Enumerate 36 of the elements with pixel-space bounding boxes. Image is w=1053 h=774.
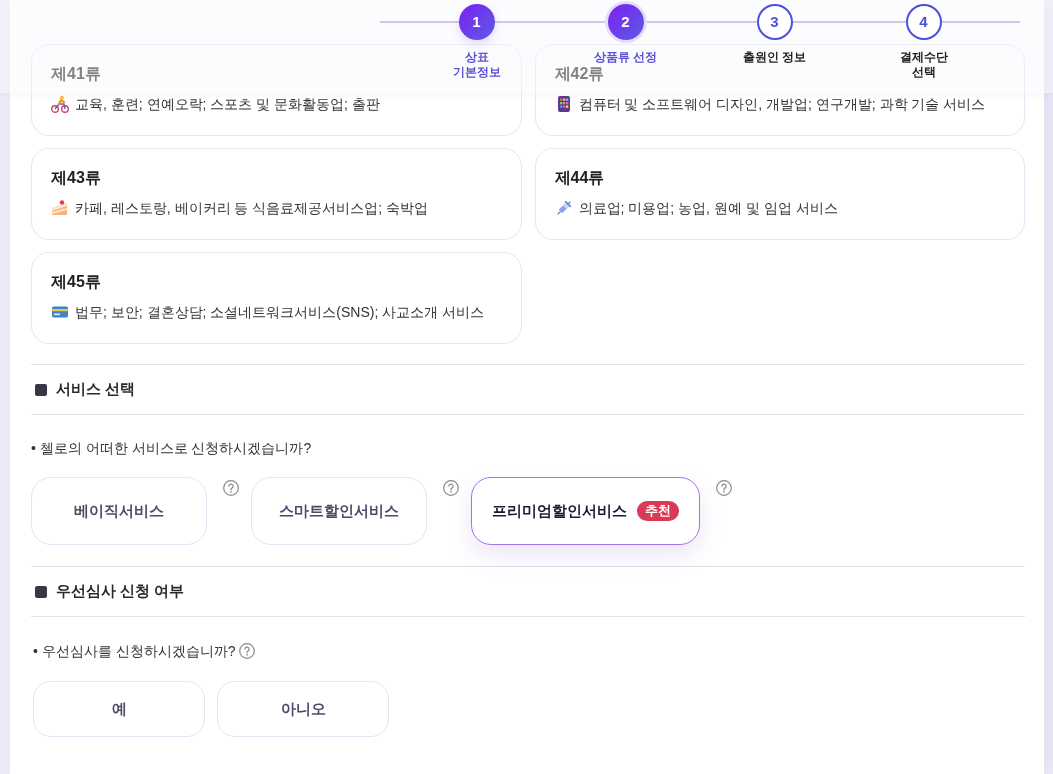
square-bullet-icon — [35, 383, 47, 396]
help-icon[interactable] — [443, 480, 459, 496]
answer-option[interactable]: 예 — [33, 681, 205, 737]
class-title: 제42류 — [554, 65, 605, 82]
class-description: 컴퓨터 및 소프트웨어 디자인, 개발업; 연구개발; 과학 기술 서비스 — [578, 95, 986, 114]
class-description: 교육, 훈련; 연예오락; 스포츠 및 문화활동업; 출판 — [75, 95, 380, 114]
class-card[interactable]: 제45류 법무; 보안; 결혼상담; 소셜네트워크서비스(SNS); 사교소개 서비스 — [31, 252, 522, 344]
class-title: 제44류 — [554, 169, 605, 186]
section-heading: 우선심사 신청 여부 — [56, 581, 185, 602]
section-heading: 서비스 선택 — [56, 379, 136, 400]
help-icon[interactable] — [223, 480, 239, 496]
class-description: 의료업; 미용업; 농업, 원예 및 임업 서비스 — [578, 199, 838, 218]
class-title: 제45류 — [51, 273, 101, 290]
step-label[interactable]: 출원인 정보 — [742, 50, 807, 65]
step-label[interactable]: 상품류 선정 — [593, 50, 658, 65]
step-label[interactable]: 결제수단 선택 — [890, 50, 957, 80]
question-text: • 첼로의 어떠한 서비스로 신청하시겠습니까? — [31, 439, 312, 458]
step-indicator[interactable]: 2 — [607, 4, 644, 40]
class-title: 제41류 — [51, 65, 101, 82]
square-bullet-icon — [35, 585, 47, 598]
help-icon[interactable] — [239, 643, 256, 659]
service-option[interactable]: 스마트할인서비스 — [251, 477, 427, 545]
class-title: 제43류 — [51, 169, 101, 186]
cake-icon — [51, 199, 69, 217]
class-card[interactable]: 제44류 의료업; 미용업; 농업, 원예 및 임업 서비스 — [534, 148, 1025, 240]
cyclist-icon — [51, 95, 69, 113]
question-text: • 우선심사를 신청하시겠습니까? — [33, 642, 236, 661]
answer-option[interactable]: 아니오 — [217, 681, 389, 737]
class-description: 법무; 보안; 결혼상담; 소셜네트워크서비스(SNS); 사교소개 서비스 — [75, 303, 485, 322]
service-option[interactable]: 프리미엄할인서비스 추천 — [471, 477, 700, 545]
class-card[interactable]: 제43류 카페, 레스토랑, 베이커리 등 식음료제공서비스업; 숙박업 — [31, 148, 522, 240]
step-label[interactable]: 상표 기본정보 — [443, 50, 510, 80]
recommended-badge: 추천 — [637, 501, 679, 521]
service-option[interactable]: 베이직서비스 — [31, 477, 207, 545]
help-icon[interactable] — [716, 480, 732, 496]
class-description: 카페, 레스토랑, 베이커리 등 식음료제공서비스업; 숙박업 — [75, 199, 429, 218]
